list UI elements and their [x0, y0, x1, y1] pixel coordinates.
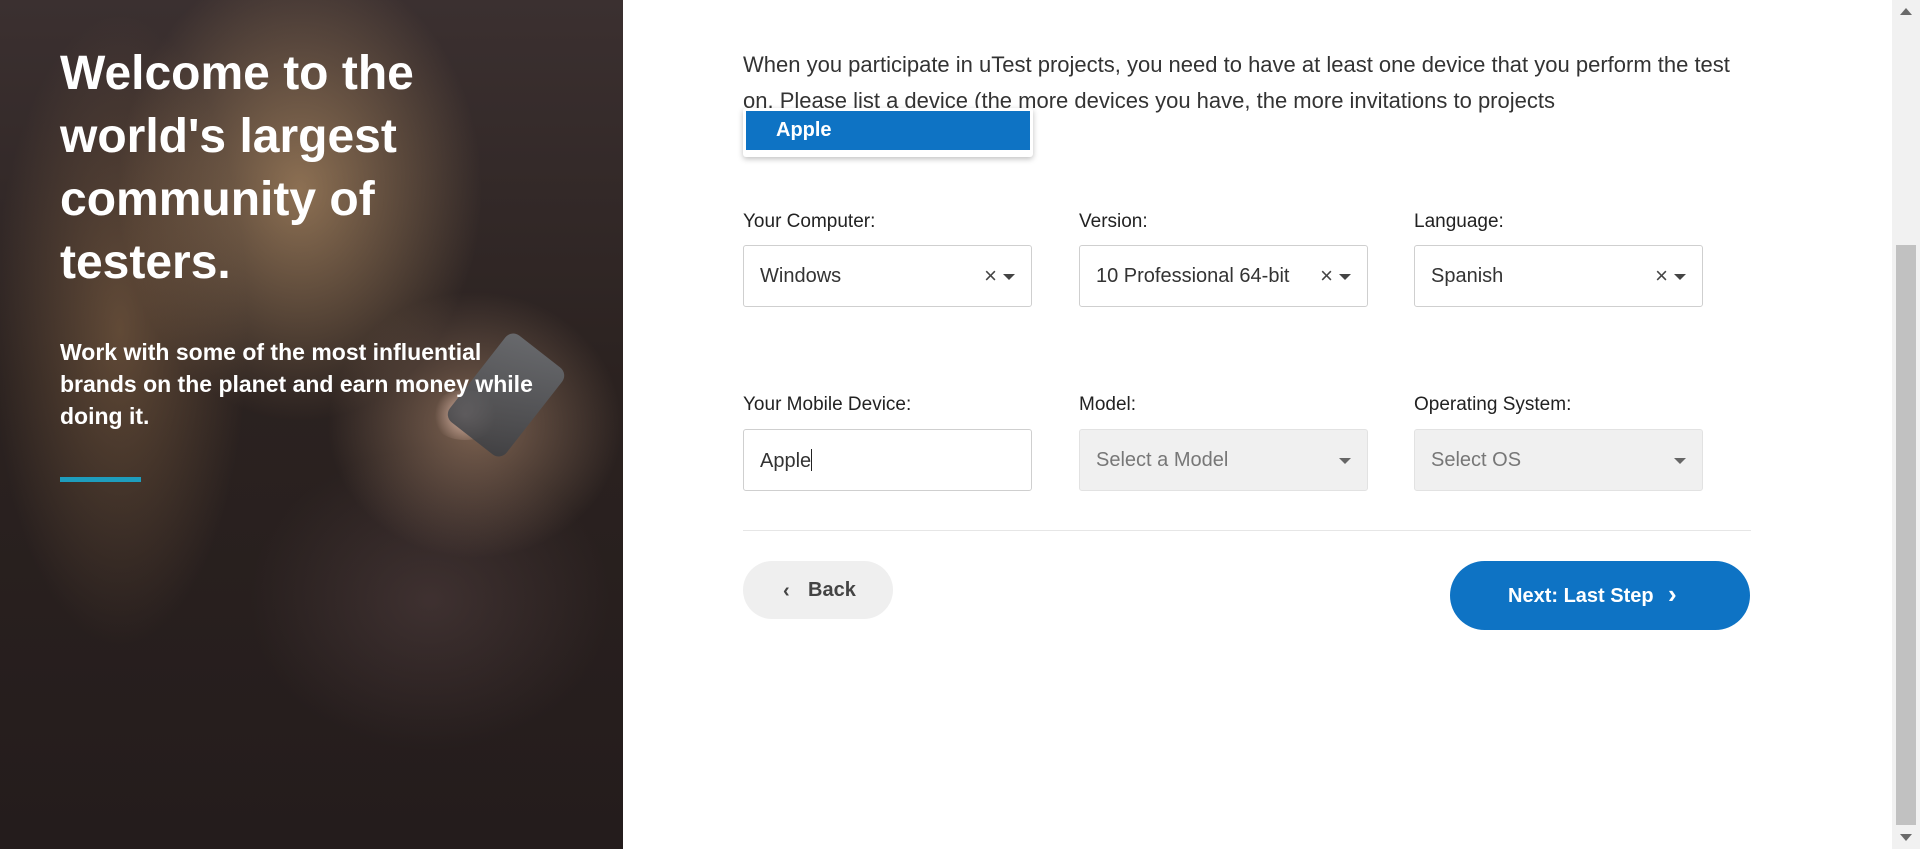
next-button-label: Next: Last Step: [1508, 585, 1654, 607]
model-select[interactable]: Select a Model: [1079, 429, 1368, 491]
scrollbar-thumb[interactable]: [1896, 245, 1916, 825]
chevron-left-icon: ‹: [783, 580, 790, 602]
chevron-down-icon[interactable]: [1003, 274, 1015, 280]
version-label: Version:: [1079, 211, 1148, 232]
computer-label: Your Computer:: [743, 211, 876, 232]
version-select[interactable]: 10 Professional 64-bit ×: [1079, 245, 1368, 307]
autocomplete-dropdown: Apple: [743, 108, 1033, 157]
clear-icon[interactable]: ×: [1320, 265, 1333, 287]
hero-panel: Welcome to the world's largest community…: [0, 0, 623, 849]
os-select[interactable]: Select OS: [1414, 429, 1703, 491]
chevron-down-icon[interactable]: [1339, 458, 1351, 464]
chevron-down-icon[interactable]: [1339, 274, 1351, 280]
computer-select[interactable]: Windows ×: [743, 245, 1032, 307]
mobile-value: Apple: [760, 450, 812, 472]
language-select[interactable]: Spanish ×: [1414, 245, 1703, 307]
os-label: Operating System:: [1414, 394, 1572, 415]
scroll-up-arrow-icon[interactable]: [1900, 8, 1912, 15]
next-button[interactable]: Next: Last Step ›: [1450, 561, 1750, 630]
dropdown-option[interactable]: Apple: [746, 111, 1030, 150]
mobile-label: Your Mobile Device:: [743, 394, 912, 415]
chevron-down-icon[interactable]: [1674, 458, 1686, 464]
model-placeholder: Select a Model: [1096, 449, 1229, 471]
clear-icon[interactable]: ×: [1655, 265, 1668, 287]
text-cursor: [811, 449, 813, 471]
chevron-right-icon: ›: [1668, 579, 1677, 609]
clear-icon[interactable]: ×: [984, 265, 997, 287]
back-button[interactable]: ‹ Back: [743, 561, 893, 619]
language-value: Spanish: [1431, 265, 1504, 287]
model-label: Model:: [1079, 394, 1137, 415]
divider: [743, 530, 1751, 531]
version-value: 10 Professional 64-bit: [1096, 265, 1290, 287]
hero-subtitle: Work with some of the most influential b…: [60, 339, 533, 429]
language-label: Language:: [1414, 211, 1504, 232]
back-button-label: Back: [808, 579, 856, 601]
mobile-device-input[interactable]: Apple: [743, 429, 1032, 491]
chevron-down-icon[interactable]: [1674, 274, 1686, 280]
computer-value: Windows: [760, 265, 842, 287]
os-placeholder: Select OS: [1431, 449, 1522, 471]
hero-title: Welcome to the world's largest community…: [60, 47, 414, 289]
accent-bar: [60, 477, 141, 482]
scroll-down-arrow-icon[interactable]: [1900, 834, 1912, 841]
vertical-scrollbar[interactable]: [1892, 0, 1920, 849]
